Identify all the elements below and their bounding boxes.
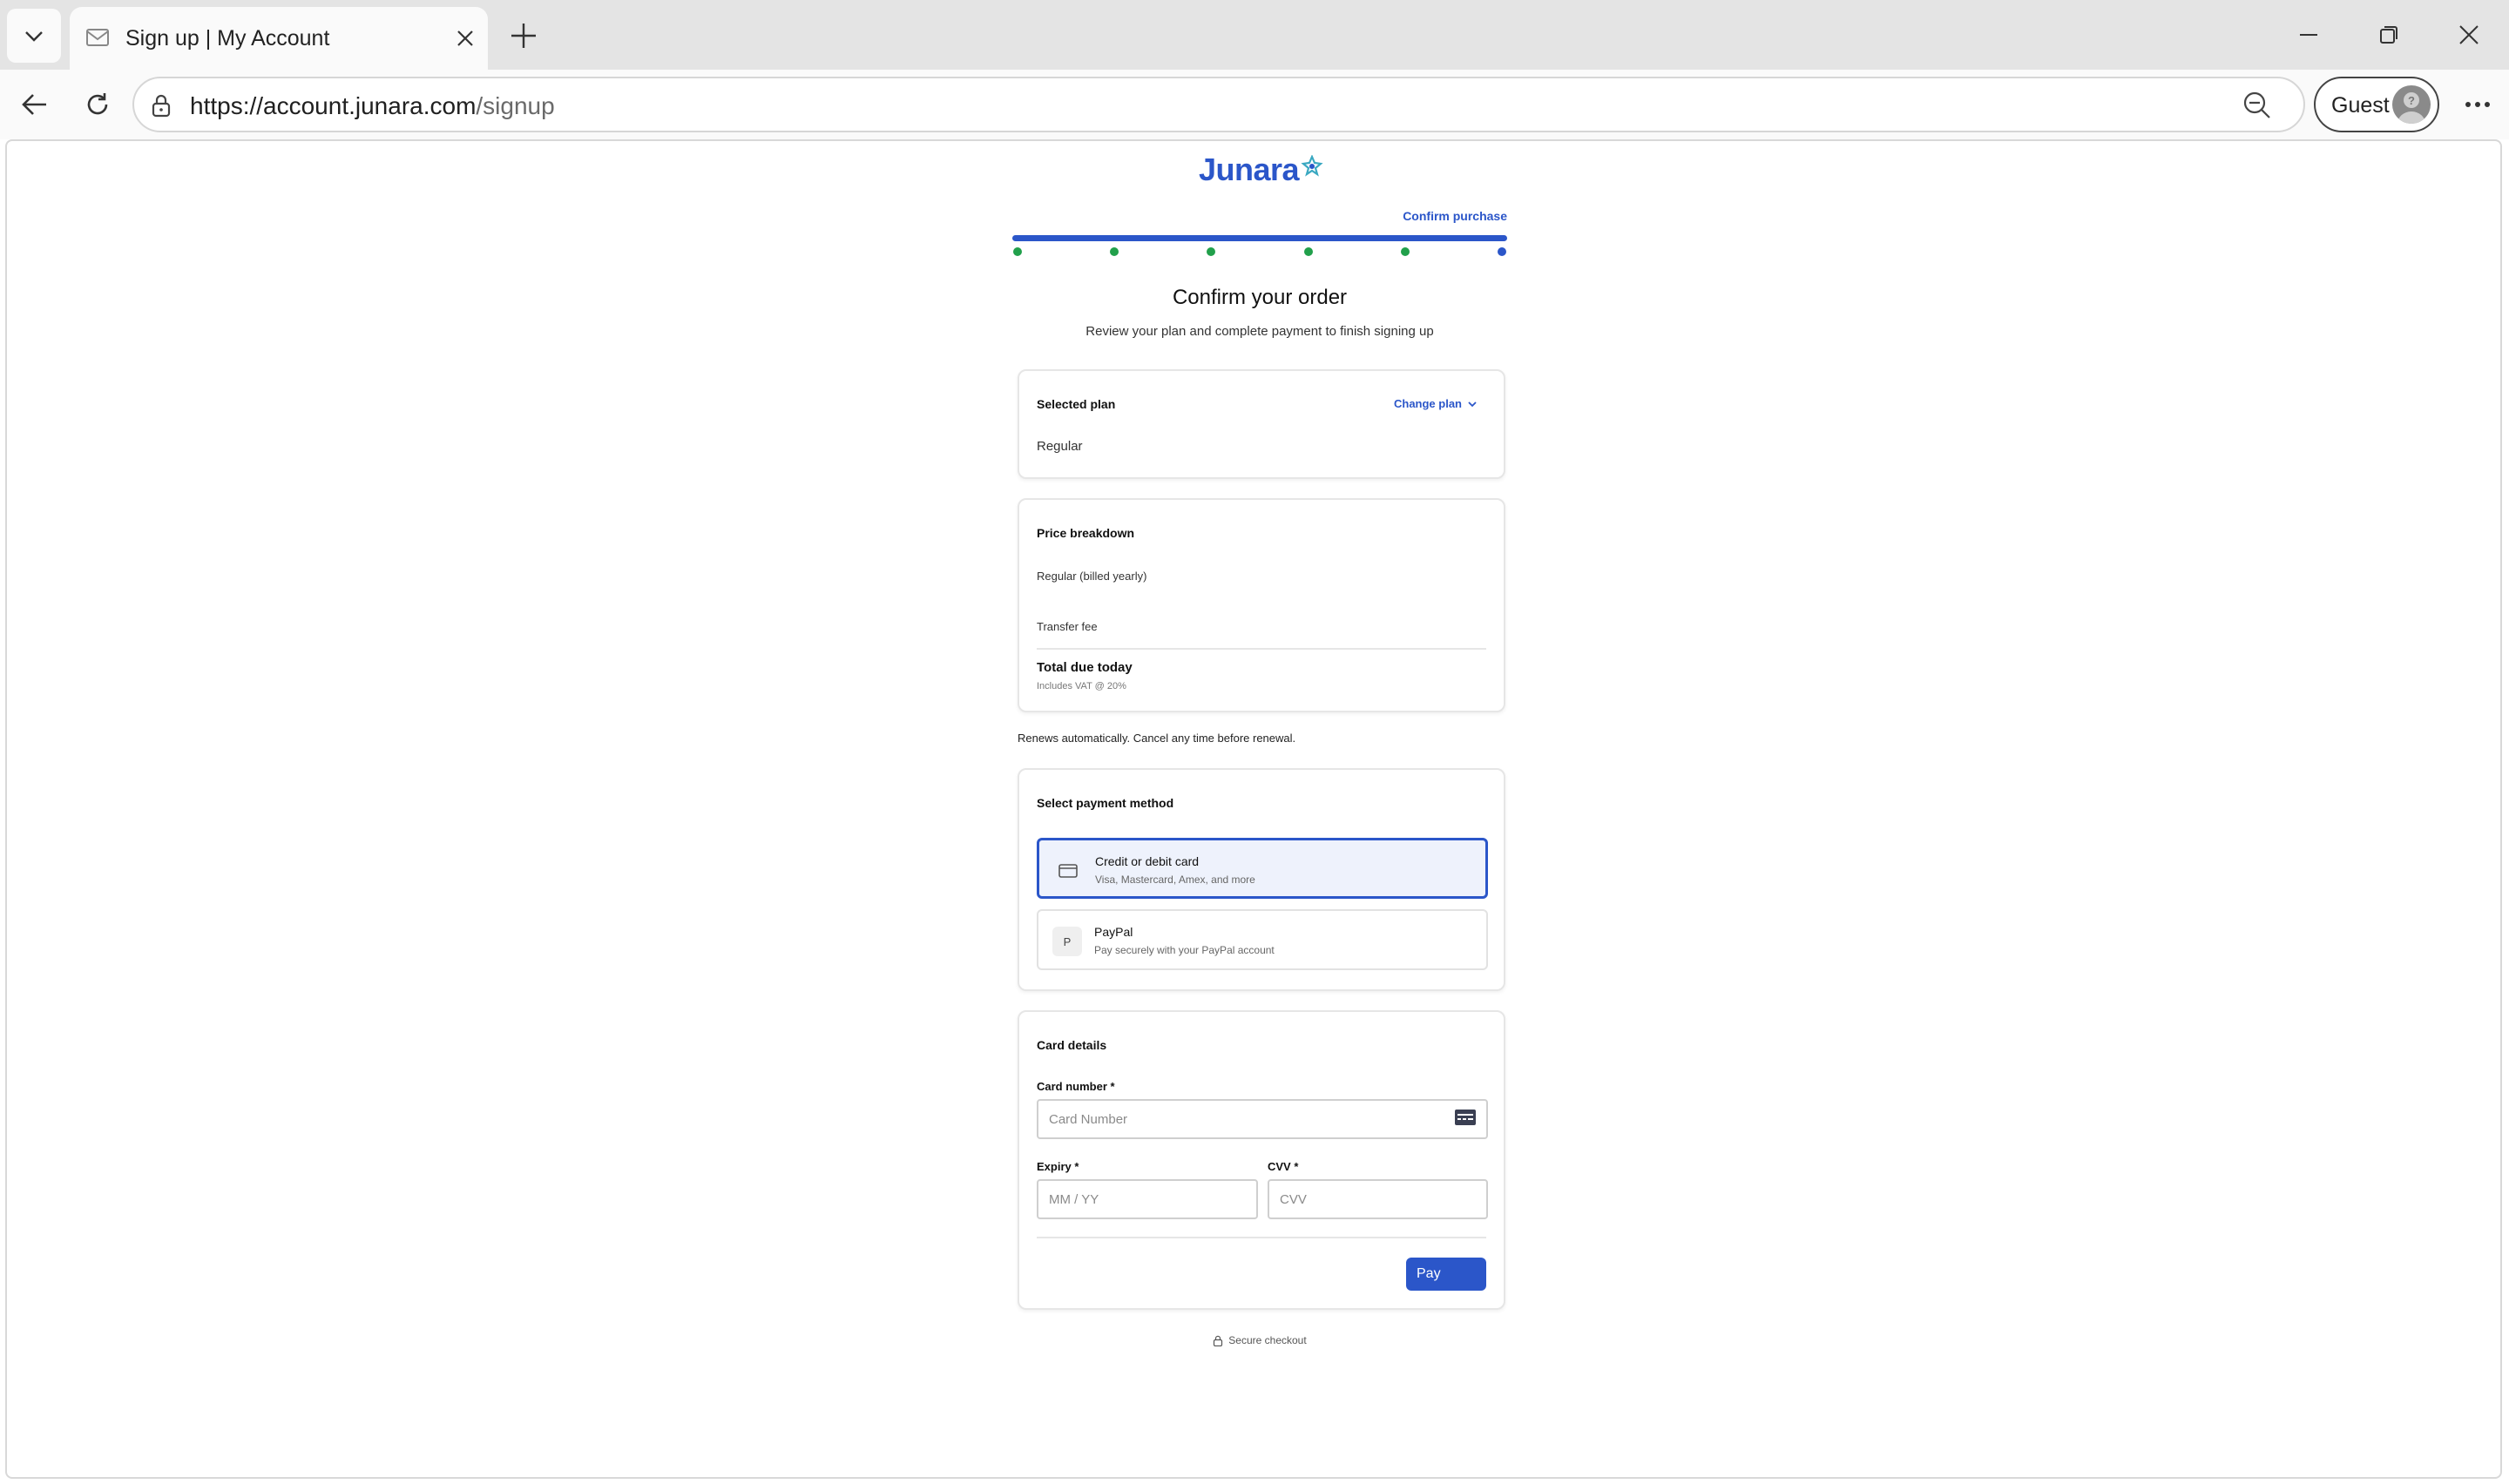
price-breakdown-title: Price breakdown	[1037, 526, 1135, 540]
browser-tab-bar: Sign up | My Account	[0, 0, 2509, 70]
page-subtitle: Review your plan and complete payment to…	[1085, 324, 1434, 339]
price-breakdown-card: Price breakdown Regular (billed yearly) …	[1018, 498, 1505, 712]
card-details-title: Card details	[1037, 1038, 1107, 1052]
progress-step-dot	[1498, 247, 1506, 256]
plan-name: Regular	[1037, 439, 1083, 454]
mail-icon	[85, 26, 110, 53]
guest-avatar-icon: ?	[2392, 85, 2431, 124]
address-bar[interactable]: https://account.junara.com/signup	[132, 77, 2305, 132]
brand-logo[interactable]: Junara	[1199, 152, 1323, 204]
tab-title: Sign up | My Account	[125, 26, 330, 51]
cvv-label: CVV *	[1268, 1160, 1299, 1173]
secure-checkout-note: Secure checkout	[1012, 1334, 1507, 1346]
progress-step-dot	[1013, 247, 1022, 256]
new-tab-button[interactable]	[502, 14, 545, 57]
chevron-down-icon	[25, 31, 43, 42]
brand-mark-icon	[1301, 154, 1323, 182]
payment-method-title: Select payment method	[1037, 796, 1174, 810]
tab-close-button[interactable]	[448, 21, 483, 56]
price-line-plan: Regular (billed yearly)	[1037, 570, 1147, 583]
payment-method-card: Select payment method Credit or debit ca…	[1018, 768, 1505, 991]
payment-option-subtitle: Pay securely with your PayPal account	[1094, 944, 1275, 956]
price-line-fee: Transfer fee	[1037, 620, 1098, 633]
payment-option-title: PayPal	[1094, 925, 1133, 939]
card-details-divider	[1037, 1237, 1486, 1238]
paypal-icon: P	[1052, 927, 1082, 956]
close-icon	[457, 30, 473, 46]
selected-plan-title: Selected plan	[1037, 397, 1116, 411]
minimize-icon	[2300, 34, 2317, 36]
payment-option-subtitle: Visa, Mastercard, Amex, and more	[1095, 874, 1255, 886]
page-title: Confirm your order	[1172, 286, 1348, 309]
plus-icon	[511, 24, 536, 48]
chevron-down-icon	[1468, 401, 1477, 407]
card-number-input[interactable]	[1037, 1099, 1488, 1139]
card-details-card: Card details Card number * Expiry * CVV …	[1018, 1010, 1505, 1310]
payment-option-title: Credit or debit card	[1095, 854, 1200, 868]
zoom-out-icon[interactable]	[2242, 91, 2272, 125]
change-plan-button[interactable]: Change plan	[1394, 397, 1478, 410]
progress-step-dot	[1401, 247, 1410, 256]
brand-name: Junara	[1199, 152, 1300, 187]
url-host: https://account.junara.com	[190, 92, 477, 119]
reload-button[interactable]	[73, 80, 122, 129]
payment-option-paypal[interactable]: P PayPal Pay securely with your PayPal a…	[1037, 909, 1488, 970]
expiry-label: Expiry *	[1037, 1160, 1079, 1173]
browser-tab-active[interactable]: Sign up | My Account	[70, 7, 488, 70]
profile-button[interactable]: Guest ?	[2314, 77, 2439, 132]
expiry-input[interactable]	[1037, 1179, 1258, 1219]
cvv-input[interactable]	[1268, 1179, 1488, 1219]
change-plan-label: Change plan	[1393, 397, 1462, 410]
credit-card-icon	[1053, 856, 1083, 886]
step-label: Confirm purchase	[1403, 209, 1507, 223]
back-button[interactable]	[10, 80, 59, 129]
profile-label: Guest	[2331, 93, 2390, 118]
payment-option-card[interactable]: Credit or debit card Visa, Mastercard, A…	[1037, 838, 1488, 899]
svg-text:?: ?	[2408, 94, 2415, 107]
total-label: Total due today	[1037, 660, 1133, 675]
tab-list-button[interactable]	[7, 9, 61, 63]
browser-toolbar: https://account.junara.com/signup Guest …	[0, 70, 2509, 139]
lock-icon	[1214, 1335, 1223, 1346]
secure-checkout-label: Secure checkout	[1228, 1334, 1307, 1346]
lock-icon[interactable]	[150, 93, 172, 122]
price-divider	[1037, 648, 1486, 650]
url-text[interactable]: https://account.junara.com/signup	[190, 92, 555, 120]
minimize-button[interactable]	[2282, 12, 2335, 57]
renew-note: Renews automatically. Cancel any time be…	[1018, 732, 1296, 745]
selected-plan-card: Selected plan Change plan Regular	[1018, 369, 1505, 479]
progress-bar	[1012, 235, 1507, 241]
close-window-button[interactable]	[2443, 12, 2495, 57]
vat-note: Includes VAT @ 20%	[1037, 681, 1126, 691]
card-type-icon	[1455, 1110, 1493, 1130]
more-horizontal-icon	[2465, 102, 2490, 107]
pay-button[interactable]: Pay	[1406, 1258, 1486, 1291]
progress-step-dot	[1110, 247, 1119, 256]
restore-button[interactable]	[2363, 12, 2415, 57]
card-number-label: Card number *	[1037, 1080, 1115, 1093]
reload-icon	[87, 93, 108, 115]
restore-icon	[2380, 26, 2397, 44]
progress-step-dot	[1304, 247, 1313, 256]
more-options-button[interactable]	[2453, 80, 2502, 129]
arrow-left-icon	[22, 94, 46, 115]
progress-step-dot	[1207, 247, 1215, 256]
close-icon	[2459, 25, 2479, 44]
page-viewport: Junara Confirm purchase Confirm your ord…	[5, 139, 2502, 1479]
url-path: /signup	[476, 92, 555, 119]
